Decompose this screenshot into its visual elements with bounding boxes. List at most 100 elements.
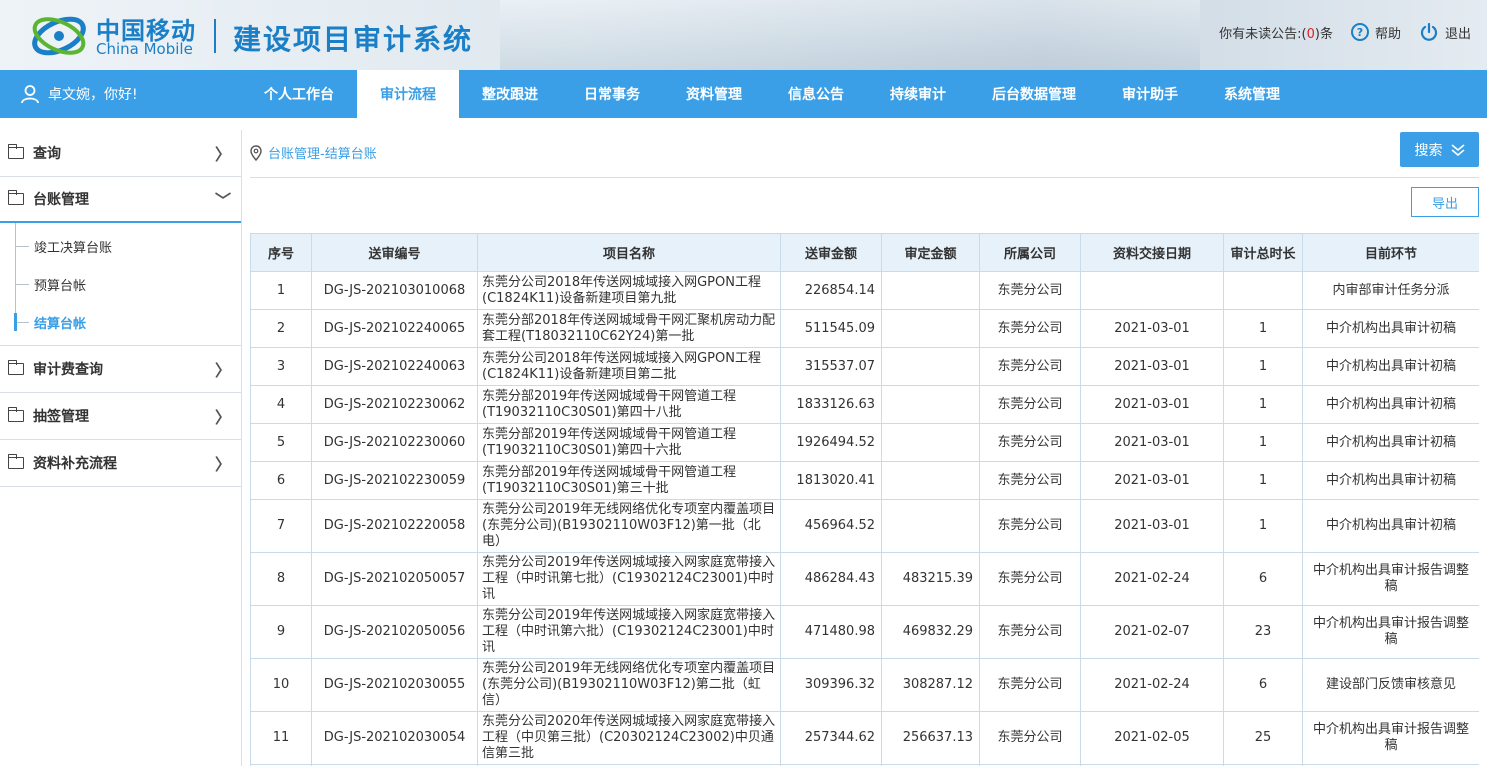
column-header[interactable]: 所属公司: [979, 233, 1081, 272]
chevron-down-icon: ﹀: [214, 191, 231, 210]
notice-suffix: )条: [1314, 26, 1333, 42]
logout-link[interactable]: 退出: [1419, 22, 1471, 42]
table-cell: 东莞分部2019年传送网城域骨干网管道工程(T19032110C30S01)第四…: [477, 423, 781, 462]
table-cell: 6: [1223, 658, 1303, 712]
table-row[interactable]: 1 DG-JS-202103010068 东莞分公司2018年传送网城域接入网GPO…: [250, 271, 1479, 310]
column-header[interactable]: 审定金额: [881, 233, 980, 272]
nav-item-8[interactable]: 审计助手: [1099, 70, 1201, 118]
table-row[interactable]: 8 DG-JS-202102050057 东莞分公司2019年传送网城域接入网家庭宽…: [250, 552, 1479, 606]
table-row[interactable]: 5 DG-JS-202102230060 东莞分部2019年传送网城域骨干网管道工程…: [250, 423, 1479, 462]
column-header[interactable]: 审计总时长: [1223, 233, 1303, 272]
sidebar-group: 资料补充流程 〉: [0, 440, 241, 487]
table-cell: 中介机构出具审计初稿: [1302, 423, 1479, 462]
column-header[interactable]: 项目名称: [477, 233, 781, 272]
sidebar-group-header[interactable]: 查询 〉: [0, 130, 241, 176]
table-cell: 2021-03-01: [1080, 347, 1224, 386]
table-cell: 中介机构出具审计初稿: [1302, 385, 1479, 424]
table-cell: 东莞分公司: [979, 271, 1081, 310]
table-cell: 东莞分公司2018年传送网城域接入网GPON工程(C1824K11)设备新建项目…: [477, 271, 781, 310]
table-row[interactable]: 11 DG-JS-202102030054 东莞分公司2020年传送网城域接入网家庭…: [250, 711, 1479, 765]
nav-item-4[interactable]: 资料管理: [663, 70, 765, 118]
table-cell: DG-JS-202102050056: [311, 605, 478, 659]
nav-item-3[interactable]: 日常事务: [561, 70, 663, 118]
table-cell: 6: [1223, 552, 1303, 606]
table-cell: 456964.52: [780, 499, 882, 553]
table-body: 1 DG-JS-202103010068 东莞分公司2018年传送网城域接入网GPO…: [250, 271, 1479, 766]
table-cell: 东莞分公司: [979, 605, 1081, 659]
table-row[interactable]: 3 DG-JS-202102240063 东莞分公司2018年传送网城域接入网GPO…: [250, 347, 1479, 386]
table-cell: 东莞分公司: [979, 347, 1081, 386]
china-mobile-logo-icon: [32, 16, 86, 56]
table-cell: 2021-03-01: [1080, 499, 1224, 553]
table-cell: 东莞分公司: [979, 552, 1081, 606]
table-row[interactable]: 6 DG-JS-202102230059 东莞分部2019年传送网城域骨干网管道工程…: [250, 461, 1479, 500]
table-row[interactable]: 10 DG-JS-202102030055 东莞分公司2019年无线网络优化专项室内…: [250, 658, 1479, 712]
nav-item-7[interactable]: 后台数据管理: [969, 70, 1099, 118]
table-row[interactable]: 7 DG-JS-202102220058 东莞分公司2019年无线网络优化专项室内覆…: [250, 499, 1479, 553]
notice-count: 0: [1306, 26, 1315, 42]
table-cell: 中介机构出具审计初稿: [1302, 309, 1479, 348]
search-button-label: 搜索: [1414, 142, 1443, 159]
table-cell: 1: [1223, 385, 1303, 424]
column-header[interactable]: 送审编号: [311, 233, 478, 272]
table-cell: DG-JS-202102050057: [311, 552, 478, 606]
nav-item-5[interactable]: 信息公告: [765, 70, 867, 118]
table-header-row: 序号 送审编号 项目名称 送审金额 审定金额 所属公司 资料交接日期 审计总时长 目前环节: [250, 233, 1479, 272]
table-cell: 东莞分公司2018年传送网城域接入网GPON工程(C1824K11)设备新建项目…: [477, 347, 781, 386]
table-cell: 1: [1223, 461, 1303, 500]
table-cell: 1: [1223, 347, 1303, 386]
table-cell: 内审部审计任务分派: [1302, 271, 1479, 310]
folder-icon: [7, 190, 24, 205]
app-header: 中国移动 China Mobile 建设项目审计系统 你有未读公告:(0)条 ?…: [0, 0, 1487, 70]
nav-item-1[interactable]: 审计流程: [357, 70, 459, 118]
sidebar-sub-item[interactable]: 竣工决算台账: [0, 227, 241, 265]
table-cell: 309396.32: [780, 658, 882, 712]
sidebar-group-header[interactable]: 资料补充流程 〉: [0, 440, 241, 486]
table-cell: 2021-02-07: [1080, 605, 1224, 659]
nav-item-9[interactable]: 系统管理: [1201, 70, 1303, 118]
user-icon: [21, 85, 39, 104]
table-cell: 511545.09: [780, 309, 882, 348]
sidebar-group-label: 审计费查询: [33, 362, 103, 378]
greeting-text: 卓文婉，你好!: [48, 87, 138, 103]
table-cell: 2021-03-01: [1080, 423, 1224, 462]
table-cell: 东莞分公司: [979, 711, 1081, 765]
column-header[interactable]: 资料交接日期: [1080, 233, 1224, 272]
table-cell: 东莞分公司2020年传送网城域接入网家庭宽带接入工程（中贝第三批）(C20302…: [477, 711, 781, 765]
breadcrumb: 台账管理-结算台账: [250, 143, 377, 162]
nav-item-0[interactable]: 个人工作台: [241, 70, 357, 118]
table-cell: 1833126.63: [780, 385, 882, 424]
table-row[interactable]: 4 DG-JS-202102230062 东莞分部2019年传送网城域骨干网管道工程…: [250, 385, 1479, 424]
sidebar-group-label: 资料补充流程: [33, 456, 117, 472]
sidebar-sub-item[interactable]: 结算台帐: [0, 303, 241, 341]
table-cell: 308287.12: [881, 658, 980, 712]
table-cell: 471480.98: [780, 605, 882, 659]
column-header[interactable]: 目前环节: [1302, 233, 1479, 272]
sidebar-group-header[interactable]: 台账管理 ﹀: [0, 177, 241, 223]
sidebar-group-label: 查询: [33, 146, 61, 162]
table-cell: 2021-03-01: [1080, 309, 1224, 348]
table-cell: 3: [250, 347, 312, 386]
settlement-ledger-table: 序号 送审编号 项目名称 送审金额 审定金额 所属公司 资料交接日期 审计总时长 目前环节 1D…: [250, 233, 1479, 766]
unread-notice[interactable]: 你有未读公告:(0)条: [1219, 23, 1333, 42]
sidebar-group-header[interactable]: 抽签管理 〉: [0, 393, 241, 439]
export-button[interactable]: 导出: [1411, 187, 1479, 217]
sidebar-group-header[interactable]: 审计费查询 〉: [0, 346, 241, 392]
chevron-right-icon: 〉: [214, 361, 231, 380]
table-row[interactable]: 9 DG-JS-202102050056 东莞分公司2019年传送网城域接入网家庭宽…: [250, 605, 1479, 659]
table-cell: 8: [250, 552, 312, 606]
table-cell: [1223, 271, 1303, 310]
folder-icon: [7, 360, 24, 375]
nav-item-6[interactable]: 持续审计: [867, 70, 969, 118]
sidebar-group: 审计费查询 〉: [0, 346, 241, 393]
column-header[interactable]: 序号: [250, 233, 312, 272]
sidebar-sub-item[interactable]: 预算台帐: [0, 265, 241, 303]
logout-label: 退出: [1444, 26, 1471, 42]
table-cell: 11: [250, 711, 312, 765]
breadcrumb-text[interactable]: 台账管理-结算台账: [268, 143, 377, 162]
search-button[interactable]: 搜索: [1400, 132, 1479, 167]
help-link[interactable]: ? 帮助: [1350, 23, 1401, 42]
column-header[interactable]: 送审金额: [780, 233, 882, 272]
table-row[interactable]: 2 DG-JS-202102240065 东莞分部2018年传送网城域骨干网汇聚机房…: [250, 309, 1479, 348]
nav-item-2[interactable]: 整改跟进: [459, 70, 561, 118]
